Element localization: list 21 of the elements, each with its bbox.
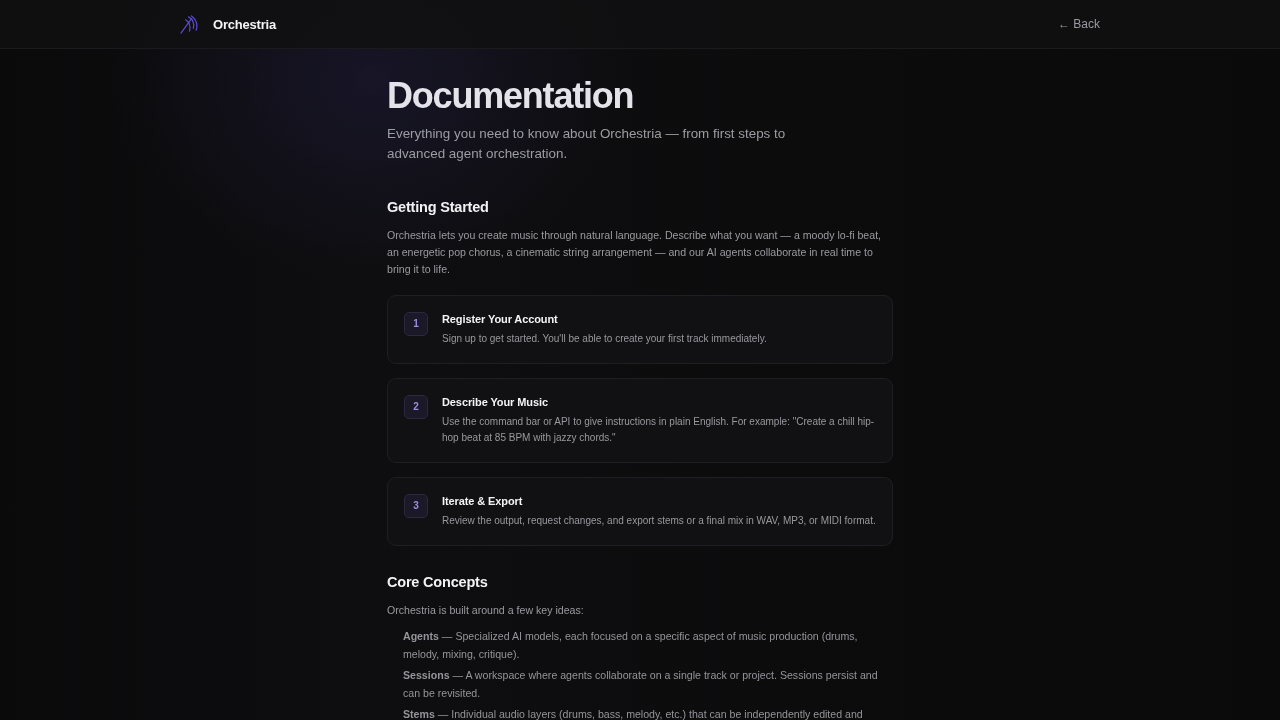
step-number: 2 xyxy=(404,395,428,419)
page-subtitle: Everything you need to know about Orchestria — from first steps to advanced agent orchestration. xyxy=(387,125,787,163)
section-heading: Getting Started xyxy=(387,198,490,217)
brand-logo-icon[interactable] xyxy=(180,14,199,34)
back-link[interactable]: ← Back xyxy=(1058,17,1100,31)
step-description: Review the output, request changes, and export stems or a final mix in WAV, MP3, or MIDI format. xyxy=(442,514,876,528)
step-description: Use the command bar or API to give instructions in plain English. For example: "Create a chill hip-hop beat at 85 BPM with jazzy chords." xyxy=(442,415,876,445)
section-paragraph: Orchestria lets you create music through natural language. Describe what you want — a moody lo-fi beat, an energetic pop chorus, a cinematic string arrangement — and our AI agents collaborate in real time to bring it to life. xyxy=(387,228,883,277)
section-heading: Core Concepts xyxy=(387,573,489,592)
concept-description: Agents — Specialized AI models, each focused on a specific aspect of music production (drums, melody, mixing, critique). xyxy=(403,629,859,662)
section-paragraph: Orchestria is built around a few key ideas: xyxy=(387,603,585,618)
step-description: Sign up to get started. You'll be able to create your first track immediately. xyxy=(442,332,768,346)
step-number: 3 xyxy=(404,494,428,518)
step-title: Register Your Account xyxy=(442,312,559,327)
step-number: 1 xyxy=(404,312,428,336)
brand-name-link[interactable]: Orchestria xyxy=(213,16,277,32)
step-title: Iterate & Export xyxy=(442,494,524,509)
concept-description: Stems — Individual audio layers (drums, bass, melody, etc.) that can be independently edited and xyxy=(403,707,864,720)
concept-description: Sessions — A workspace where agents collaborate on a single track or project. Sessions persist and can be revisited. xyxy=(403,668,879,701)
step-title: Describe Your Music xyxy=(442,395,549,410)
page-title: Documentation xyxy=(387,74,635,118)
